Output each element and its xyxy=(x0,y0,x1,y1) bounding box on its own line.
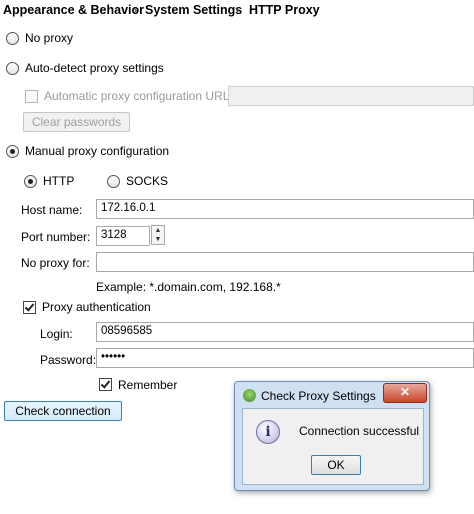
breadcrumb-separator-icon: › xyxy=(133,3,138,17)
manual-proxy-radio[interactable] xyxy=(6,145,19,158)
auto-config-url-label: Automatic proxy configuration URL: xyxy=(44,89,233,103)
breadcrumb-separator-icon: › xyxy=(235,3,240,17)
clear-passwords-button[interactable]: Clear passwords xyxy=(23,112,130,132)
password-input[interactable]: •••••• xyxy=(96,348,474,368)
auto-config-url-checkbox[interactable] xyxy=(25,90,38,103)
auto-detect-radio[interactable] xyxy=(6,62,19,75)
login-label: Login: xyxy=(40,327,73,341)
breadcrumb-http-proxy: HTTP Proxy xyxy=(249,3,320,17)
port-spinner[interactable]: ▲ ▼ xyxy=(151,225,165,245)
app-icon xyxy=(243,389,256,402)
no-proxy-for-label: No proxy for: xyxy=(21,256,90,270)
dialog-message: Connection successful xyxy=(299,424,420,438)
http-label[interactable]: HTTP xyxy=(43,174,74,188)
breadcrumb-system-settings[interactable]: System Settings xyxy=(145,3,242,17)
proxy-authentication-checkbox[interactable] xyxy=(23,301,36,314)
no-proxy-for-example: Example: *.domain.com, 192.168.* xyxy=(96,280,281,294)
spinner-up-icon[interactable]: ▲ xyxy=(152,226,164,235)
breadcrumb: Appearance & Behavior › System Settings … xyxy=(0,0,474,22)
close-icon[interactable]: ✕ xyxy=(383,383,427,403)
http-radio[interactable] xyxy=(24,175,37,188)
breadcrumb-appearance-behavior[interactable]: Appearance & Behavior xyxy=(3,3,144,17)
remember-checkbox[interactable] xyxy=(99,378,112,391)
no-proxy-for-input[interactable] xyxy=(96,252,474,272)
manual-proxy-label[interactable]: Manual proxy configuration xyxy=(25,144,169,158)
socks-radio[interactable] xyxy=(107,175,120,188)
port-number-input[interactable]: 3128 xyxy=(96,226,150,246)
login-input[interactable]: 08596585 xyxy=(96,322,474,342)
dialog-body: i Connection successful OK xyxy=(242,408,424,485)
no-proxy-label[interactable]: No proxy xyxy=(25,31,73,45)
ok-button[interactable]: OK xyxy=(311,455,361,475)
auto-detect-label[interactable]: Auto-detect proxy settings xyxy=(25,61,164,75)
socks-label[interactable]: SOCKS xyxy=(126,174,168,188)
proxy-authentication-label[interactable]: Proxy authentication xyxy=(42,300,151,314)
spinner-down-icon[interactable]: ▼ xyxy=(152,235,164,244)
remember-label[interactable]: Remember xyxy=(118,378,177,392)
dialog-title: Check Proxy Settings xyxy=(261,389,376,403)
check-proxy-settings-dialog: Check Proxy Settings ✕ i Connection succ… xyxy=(234,381,430,491)
no-proxy-radio[interactable] xyxy=(6,32,19,45)
host-name-label: Host name: xyxy=(21,203,83,217)
auto-config-url-input[interactable] xyxy=(228,86,474,106)
info-icon: i xyxy=(256,420,280,444)
password-label: Password: xyxy=(40,353,97,367)
check-connection-button[interactable]: Check connection xyxy=(4,401,122,421)
host-name-input[interactable]: 172.16.0.1 xyxy=(96,199,474,219)
port-number-label: Port number: xyxy=(21,230,91,244)
